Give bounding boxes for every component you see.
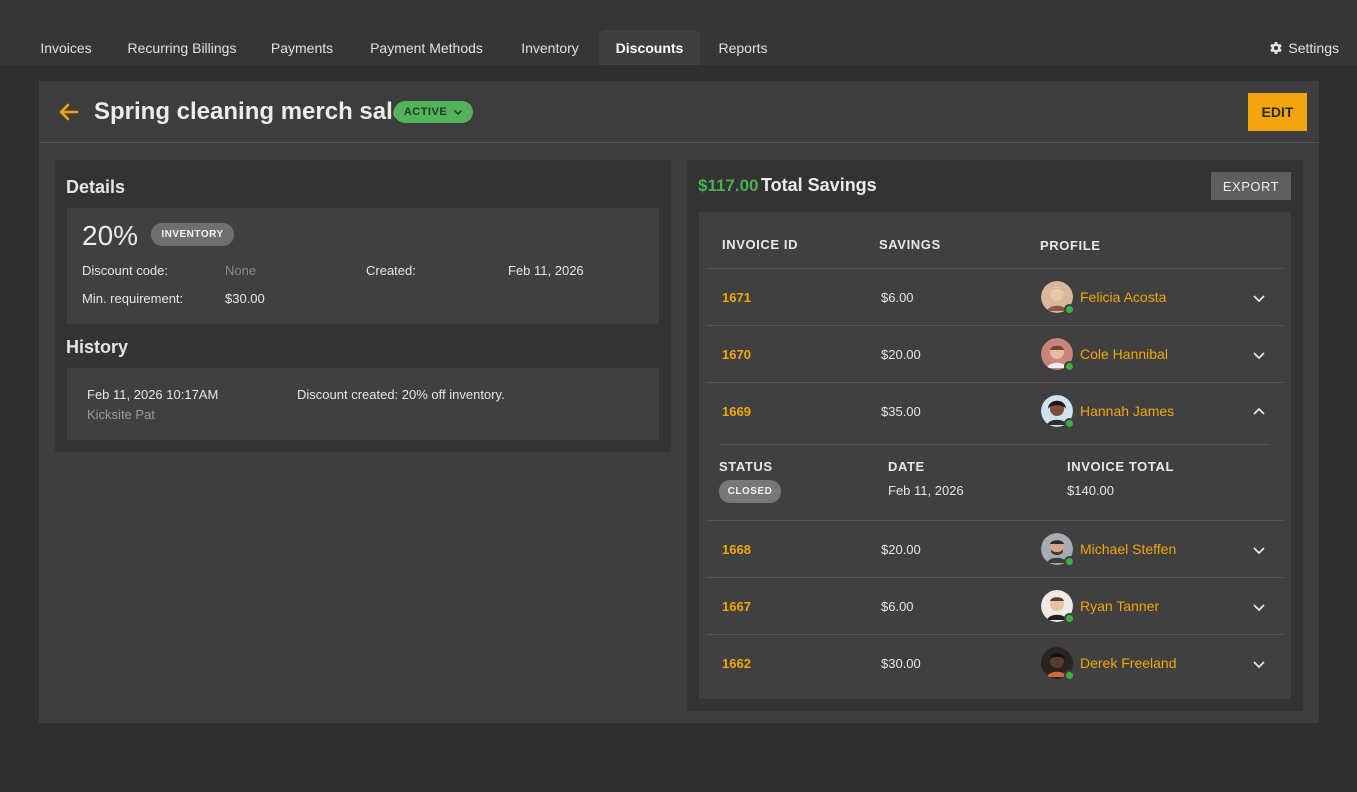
invoice-id-link[interactable]: 1669 bbox=[722, 404, 751, 419]
profile-name-link[interactable]: Michael Steffen bbox=[1080, 541, 1176, 557]
avatar bbox=[1041, 395, 1075, 429]
invoice-id-link[interactable]: 1668 bbox=[722, 542, 751, 557]
tab-discounts[interactable]: Discounts bbox=[599, 30, 700, 65]
profile-name-link[interactable]: Derek Freeland bbox=[1080, 655, 1177, 671]
avatar bbox=[1041, 533, 1075, 567]
tab-payment-methods[interactable]: Payment Methods bbox=[357, 30, 496, 65]
online-status-dot bbox=[1064, 418, 1075, 429]
page-header: Spring cleaning merch sale ACTIVE EDIT bbox=[39, 81, 1319, 143]
avatar bbox=[1041, 281, 1075, 315]
created-value: Feb 11, 2026 bbox=[508, 263, 584, 278]
history-timestamp: Feb 11, 2026 10:17AM bbox=[87, 387, 219, 402]
discount-code-label: Discount code: bbox=[82, 263, 168, 278]
details-card: Details 20% INVENTORY Discount code: Non… bbox=[55, 160, 671, 452]
divider bbox=[719, 444, 1269, 445]
top-nav: Invoices Recurring Billings Payments Pay… bbox=[0, 0, 1357, 65]
avatar bbox=[1041, 647, 1075, 681]
savings-value: $35.00 bbox=[881, 404, 921, 419]
savings-value: $6.00 bbox=[881, 290, 914, 305]
chevron-down-icon[interactable] bbox=[1251, 599, 1267, 615]
savings-value: $6.00 bbox=[881, 599, 914, 614]
status-dropdown[interactable]: ACTIVE bbox=[394, 101, 473, 123]
date-heading: DATE bbox=[888, 459, 925, 474]
invoice-id-link[interactable]: 1670 bbox=[722, 347, 751, 362]
arrow-left-icon[interactable] bbox=[57, 100, 81, 124]
details-heading: Details bbox=[66, 177, 126, 197]
table-row[interactable]: 1671 $6.00 Felicia Acosta bbox=[707, 268, 1283, 325]
tab-payments[interactable]: Payments bbox=[259, 30, 345, 65]
table-row[interactable]: 1670 $20.00 Cole Hannibal bbox=[707, 325, 1283, 382]
total-savings-label: Total Savings bbox=[761, 175, 877, 195]
column-header-profile: PROFILE bbox=[1040, 238, 1101, 253]
online-status-dot bbox=[1064, 361, 1075, 372]
avatar bbox=[1041, 338, 1075, 372]
invoice-id-link[interactable]: 1667 bbox=[722, 599, 751, 614]
savings-card: $117.00 Total Savings EXPORT INVOICE ID … bbox=[687, 160, 1303, 711]
table-row-expanded[interactable]: 1669 $35.00 Hannah James bbox=[707, 382, 1283, 439]
category-badge: INVENTORY bbox=[151, 223, 234, 246]
min-requirement-label: Min. requirement: bbox=[82, 291, 184, 306]
tab-invoices[interactable]: Invoices bbox=[28, 30, 104, 65]
settings-button[interactable]: Settings bbox=[1269, 30, 1339, 65]
chevron-up-icon[interactable] bbox=[1251, 404, 1267, 420]
discount-detail-panel: Spring cleaning merch sale ACTIVE EDIT D… bbox=[39, 81, 1319, 723]
chevron-down-icon bbox=[454, 109, 463, 116]
chevron-down-icon[interactable] bbox=[1251, 542, 1267, 558]
column-header-savings: SAVINGS bbox=[879, 237, 941, 252]
export-button[interactable]: EXPORT bbox=[1211, 172, 1291, 200]
tab-recurring-billings[interactable]: Recurring Billings bbox=[117, 30, 247, 65]
avatar bbox=[1041, 590, 1075, 624]
details-box: 20% INVENTORY Discount code: None Create… bbox=[67, 208, 659, 324]
history-heading: History bbox=[66, 337, 129, 357]
savings-value: $20.00 bbox=[881, 542, 921, 557]
table-row[interactable]: 1668 $20.00 Michael Steffen bbox=[707, 520, 1283, 577]
profile-name-link[interactable]: Ryan Tanner bbox=[1080, 598, 1159, 614]
invoice-total-value: $140.00 bbox=[1067, 483, 1114, 498]
discount-code-value: None bbox=[225, 263, 257, 278]
invoice-total-heading: INVOICE TOTAL bbox=[1067, 459, 1174, 474]
savings-value: $20.00 bbox=[881, 347, 921, 362]
tab-inventory[interactable]: Inventory bbox=[508, 30, 592, 65]
profile-name-link[interactable]: Felicia Acosta bbox=[1080, 289, 1166, 305]
status-heading: STATUS bbox=[719, 459, 773, 474]
chevron-down-icon[interactable] bbox=[1251, 290, 1267, 306]
savings-table: INVOICE ID SAVINGS PROFILE 1671 $6.00 Fe… bbox=[699, 212, 1291, 699]
page-title: Spring cleaning merch sale bbox=[94, 98, 407, 125]
date-value: Feb 11, 2026 bbox=[888, 483, 964, 498]
total-savings-amount: $117.00 bbox=[698, 176, 759, 195]
discount-percent: 20% bbox=[82, 220, 139, 251]
chevron-down-icon[interactable] bbox=[1251, 656, 1267, 672]
invoice-id-link[interactable]: 1671 bbox=[722, 290, 751, 305]
savings-value: $30.00 bbox=[881, 656, 921, 671]
gear-icon bbox=[1270, 41, 1283, 54]
invoice-id-link[interactable]: 1662 bbox=[722, 656, 751, 671]
online-status-dot bbox=[1064, 304, 1075, 315]
online-status-dot bbox=[1064, 556, 1075, 567]
profile-name-link[interactable]: Cole Hannibal bbox=[1080, 346, 1168, 362]
profile-name-link[interactable]: Hannah James bbox=[1080, 403, 1174, 419]
history-entry: Feb 11, 2026 10:17AM Kicksite Pat Discou… bbox=[67, 368, 659, 440]
history-user: Kicksite Pat bbox=[87, 407, 155, 422]
table-row[interactable]: 1667 $6.00 Ryan Tanner bbox=[707, 577, 1283, 634]
column-header-invoice-id: INVOICE ID bbox=[722, 237, 799, 252]
history-text: Discount created: 20% off inventory. bbox=[297, 387, 505, 402]
invoice-detail-expansion: STATUS CLOSED DATE Feb 11, 2026 INVOICE … bbox=[707, 444, 1283, 521]
table-row[interactable]: 1662 $30.00 Derek Freeland bbox=[707, 634, 1283, 691]
status-label: ACTIVE bbox=[403, 106, 448, 118]
min-requirement-value: $30.00 bbox=[225, 291, 265, 306]
edit-button[interactable]: EDIT bbox=[1248, 93, 1307, 131]
created-label: Created: bbox=[366, 263, 416, 278]
chevron-down-icon[interactable] bbox=[1251, 347, 1267, 363]
settings-label: Settings bbox=[1288, 39, 1339, 56]
online-status-dot bbox=[1064, 670, 1075, 681]
status-badge: CLOSED bbox=[719, 480, 781, 503]
tab-reports[interactable]: Reports bbox=[707, 30, 779, 65]
online-status-dot bbox=[1064, 613, 1075, 624]
